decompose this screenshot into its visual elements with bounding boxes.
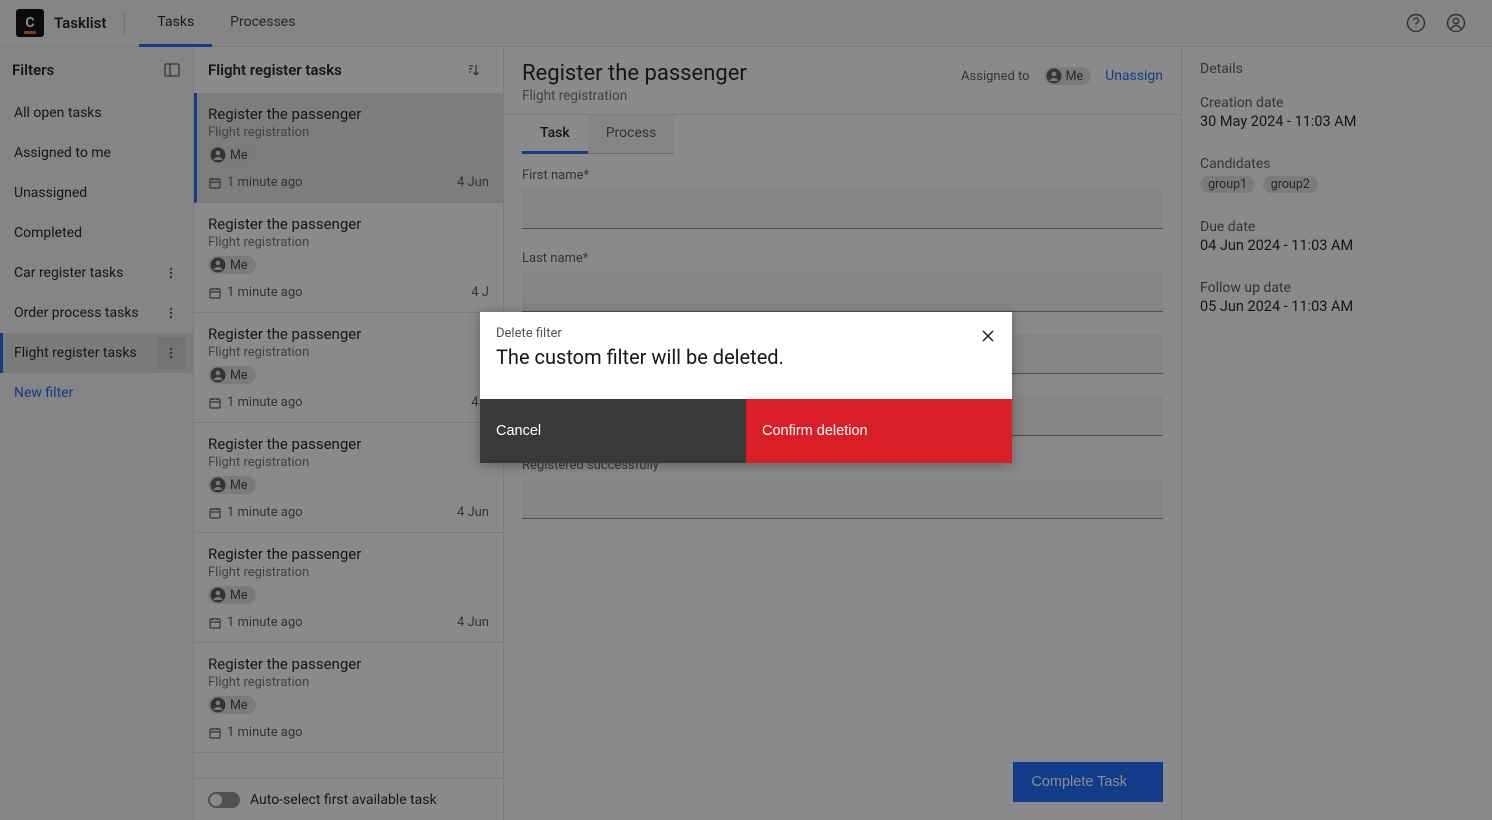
modal-overlay[interactable]: Delete filter The custom filter will be … bbox=[0, 0, 1492, 820]
modal-title: Delete filter bbox=[496, 326, 996, 341]
cancel-button[interactable]: Cancel bbox=[480, 399, 746, 463]
modal-message: The custom filter will be deleted. bbox=[496, 345, 996, 369]
delete-filter-modal: Delete filter The custom filter will be … bbox=[480, 312, 1012, 463]
modal-close-button[interactable] bbox=[974, 322, 1002, 350]
confirm-deletion-button[interactable]: Confirm deletion bbox=[746, 399, 1012, 463]
